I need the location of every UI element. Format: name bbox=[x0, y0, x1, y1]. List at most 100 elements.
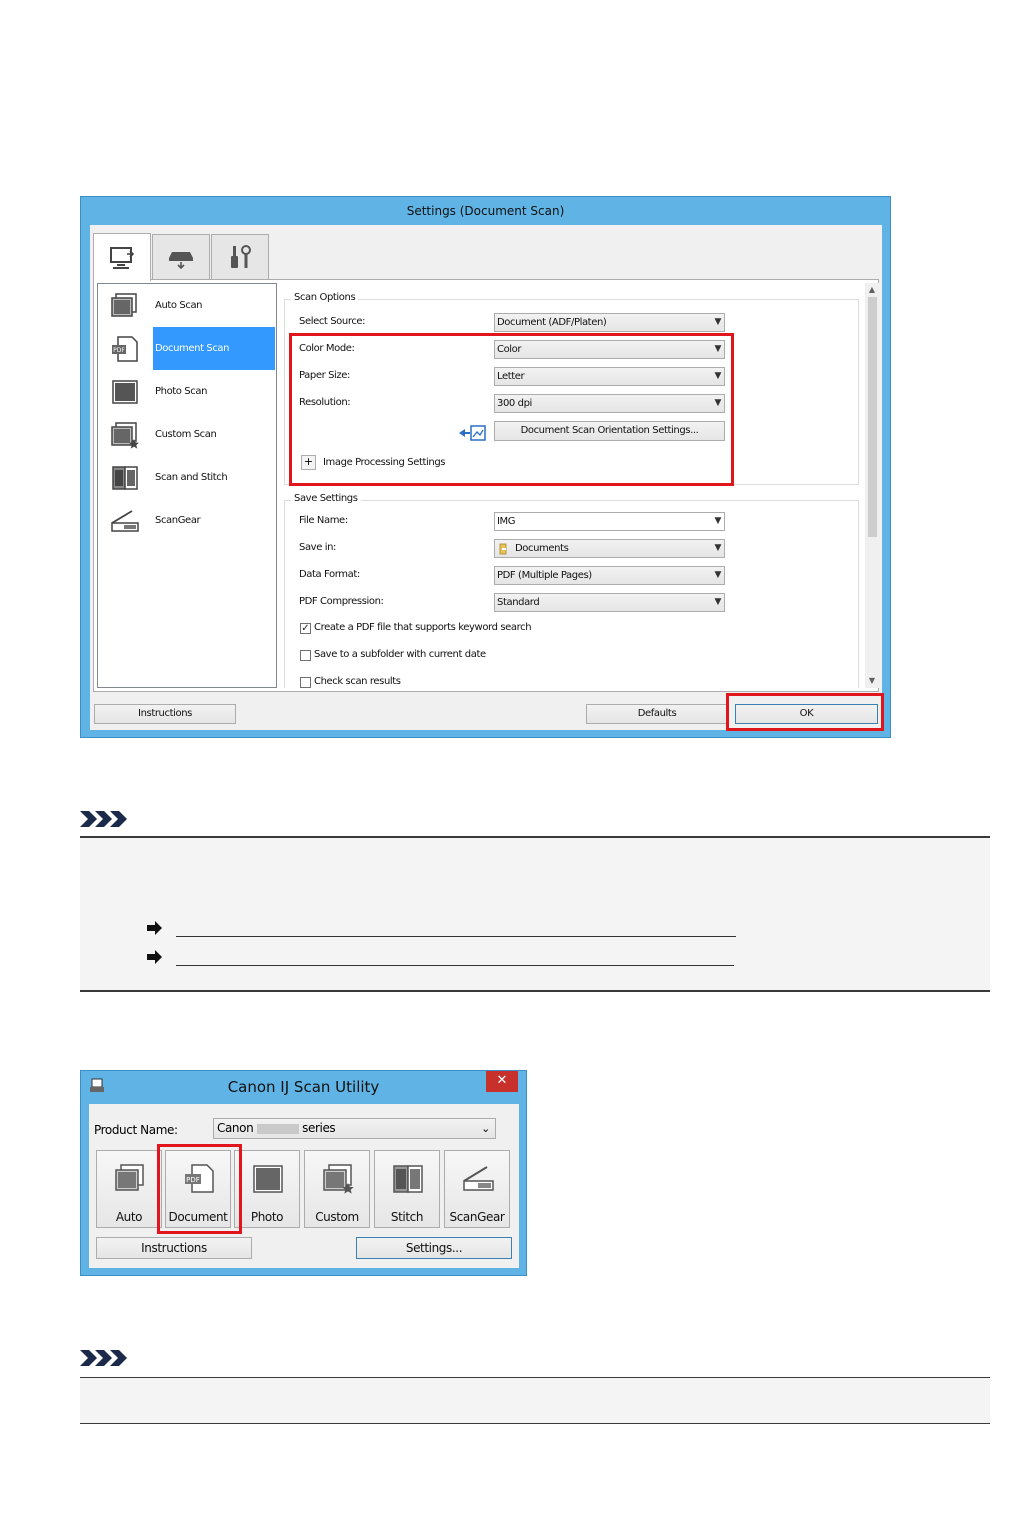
file-name-combo[interactable]: IMG ▼ bbox=[494, 512, 725, 531]
note-box bbox=[80, 1377, 990, 1424]
close-button[interactable]: ✕ bbox=[486, 1071, 518, 1092]
keyword-search-checkbox[interactable]: ✓ bbox=[300, 623, 311, 634]
select-source-value: Document (ADF/Platen) bbox=[497, 317, 607, 328]
scroll-down-icon[interactable]: ▼ bbox=[865, 674, 879, 688]
scan-from-panel-icon bbox=[169, 252, 193, 270]
vertical-scrollbar[interactable]: ▲ ▼ bbox=[865, 283, 879, 688]
related-link-1[interactable] bbox=[176, 936, 736, 937]
nav-item-scangear[interactable]: ScanGear bbox=[98, 499, 276, 542]
arrow-right-icon bbox=[147, 950, 162, 964]
nav-item-photo-scan[interactable]: Photo Scan bbox=[98, 370, 276, 413]
select-source-combo[interactable]: Document (ADF/Platen) ▼ bbox=[494, 313, 725, 332]
product-name-label: Product Name: bbox=[94, 1123, 178, 1137]
redacted-model bbox=[256, 1123, 299, 1134]
data-format-label: Data Format: bbox=[299, 569, 360, 580]
scan-and-stitch-icon bbox=[112, 466, 138, 490]
ij-window-title: Canon IJ Scan Utility bbox=[227, 1078, 380, 1096]
stitch-button[interactable]: Stitch bbox=[374, 1150, 440, 1228]
select-source-label: Select Source: bbox=[299, 316, 366, 327]
data-format-value: PDF (Multiple Pages) bbox=[497, 570, 592, 581]
save-settings-title: Save Settings bbox=[291, 493, 361, 504]
save-in-combo[interactable]: Documents ▼ bbox=[494, 539, 725, 558]
note-icon bbox=[80, 811, 127, 827]
highlight-document-button bbox=[157, 1144, 242, 1234]
folder-icon bbox=[499, 543, 507, 555]
stitch-icon bbox=[393, 1165, 423, 1193]
pdf-compression-label: PDF Compression: bbox=[299, 596, 384, 607]
scan-from-computer-icon bbox=[110, 246, 135, 269]
highlight-scan-options bbox=[289, 333, 734, 486]
file-name-label: File Name: bbox=[299, 515, 348, 526]
subfolder-checkbox[interactable] bbox=[300, 650, 311, 661]
pdf-compression-combo[interactable]: Standard ▼ bbox=[494, 593, 725, 612]
subfolder-label[interactable]: Save to a subfolder with current date bbox=[314, 649, 486, 660]
check-scan-results-checkbox[interactable] bbox=[300, 677, 311, 688]
ij-client-area: Product Name: Canon series ⌄ Auto PDF Do… bbox=[89, 1104, 519, 1268]
photo-label: Photo bbox=[250, 1210, 284, 1224]
nav-item-label: Custom Scan bbox=[155, 429, 217, 440]
related-link-2[interactable] bbox=[176, 965, 734, 966]
nav-item-label: Scan and Stitch bbox=[155, 472, 228, 483]
photo-scan-icon bbox=[112, 380, 138, 404]
scangear-label: ScanGear bbox=[449, 1210, 505, 1224]
nav-item-label: ScanGear bbox=[155, 515, 201, 526]
scrollbar-thumb[interactable] bbox=[868, 297, 877, 537]
custom-label: Custom bbox=[315, 1210, 359, 1224]
keyword-search-label[interactable]: Create a PDF file that supports keyword … bbox=[314, 622, 532, 633]
tab-scan-from-panel[interactable] bbox=[152, 234, 210, 279]
chevron-down-icon: ▼ bbox=[714, 543, 721, 553]
ij-scan-utility-window: Canon IJ Scan Utility ✕ Product Name: Ca… bbox=[80, 1070, 527, 1276]
nav-item-label: Photo Scan bbox=[155, 386, 208, 397]
check-scan-results-label[interactable]: Check scan results bbox=[314, 676, 401, 687]
general-settings-icon bbox=[231, 245, 251, 268]
arrow-right-icon bbox=[147, 921, 162, 935]
scangear-icon bbox=[463, 1166, 494, 1191]
custom-scan-icon bbox=[323, 1164, 354, 1194]
defaults-button[interactable]: Defaults bbox=[586, 704, 728, 724]
nav-item-auto-scan[interactable]: Auto Scan bbox=[98, 284, 276, 327]
product-name-prefix: Canon bbox=[217, 1121, 254, 1135]
highlight-ok-button bbox=[726, 693, 884, 731]
scangear-icon bbox=[111, 510, 139, 532]
custom-button[interactable]: Custom bbox=[304, 1150, 370, 1228]
nav-item-custom-scan[interactable]: Custom Scan bbox=[98, 413, 276, 456]
auto-scan-icon bbox=[111, 293, 137, 317]
scan-type-list: Auto Scan PDF Document Scan Photo Scan C… bbox=[97, 283, 277, 688]
chevron-down-icon: ⌄ bbox=[481, 1122, 490, 1135]
scroll-up-icon[interactable]: ▲ bbox=[865, 283, 879, 297]
stitch-label: Stitch bbox=[390, 1210, 424, 1224]
product-name-combo[interactable]: Canon series ⌄ bbox=[213, 1118, 496, 1139]
svg-text:PDF: PDF bbox=[113, 347, 125, 354]
scan-options-title: Scan Options bbox=[291, 292, 359, 303]
pdf-compression-value: Standard bbox=[497, 597, 540, 608]
settings-dialog-title: Settings (Document Scan) bbox=[406, 204, 565, 218]
auto-button[interactable]: Auto bbox=[96, 1150, 162, 1228]
chevron-down-icon: ▼ bbox=[714, 317, 721, 327]
nav-item-scan-and-stitch[interactable]: Scan and Stitch bbox=[98, 456, 276, 499]
close-icon: ✕ bbox=[496, 1073, 508, 1088]
file-name-value: IMG bbox=[497, 516, 516, 527]
instructions-button[interactable]: Instructions bbox=[94, 704, 236, 724]
save-in-value: Documents bbox=[515, 543, 569, 554]
tab-general-settings[interactable] bbox=[211, 234, 269, 279]
nav-item-label: Auto Scan bbox=[155, 300, 203, 311]
chevron-down-icon: ▼ bbox=[714, 597, 721, 607]
scangear-button[interactable]: ScanGear bbox=[444, 1150, 510, 1228]
data-format-combo[interactable]: PDF (Multiple Pages) ▼ bbox=[494, 566, 725, 585]
auto-scan-icon bbox=[115, 1164, 144, 1191]
auto-label: Auto bbox=[115, 1210, 143, 1224]
note-icon bbox=[80, 1350, 127, 1366]
photo-scan-icon bbox=[253, 1165, 283, 1193]
ij-instructions-button[interactable]: Instructions bbox=[96, 1237, 252, 1259]
product-name-suffix: series bbox=[302, 1121, 336, 1135]
save-in-label: Save in: bbox=[299, 542, 337, 553]
note-box bbox=[80, 836, 990, 992]
ij-settings-button[interactable]: Settings... bbox=[356, 1237, 512, 1259]
chevron-down-icon: ▼ bbox=[714, 516, 721, 526]
custom-scan-icon bbox=[111, 422, 139, 449]
photo-button[interactable]: Photo bbox=[234, 1150, 300, 1228]
nav-item-label: Document Scan bbox=[153, 327, 275, 370]
nav-item-document-scan[interactable]: PDF Document Scan bbox=[98, 327, 276, 370]
document-scan-icon: PDF bbox=[112, 336, 138, 362]
tab-scan-from-computer[interactable] bbox=[93, 233, 151, 281]
